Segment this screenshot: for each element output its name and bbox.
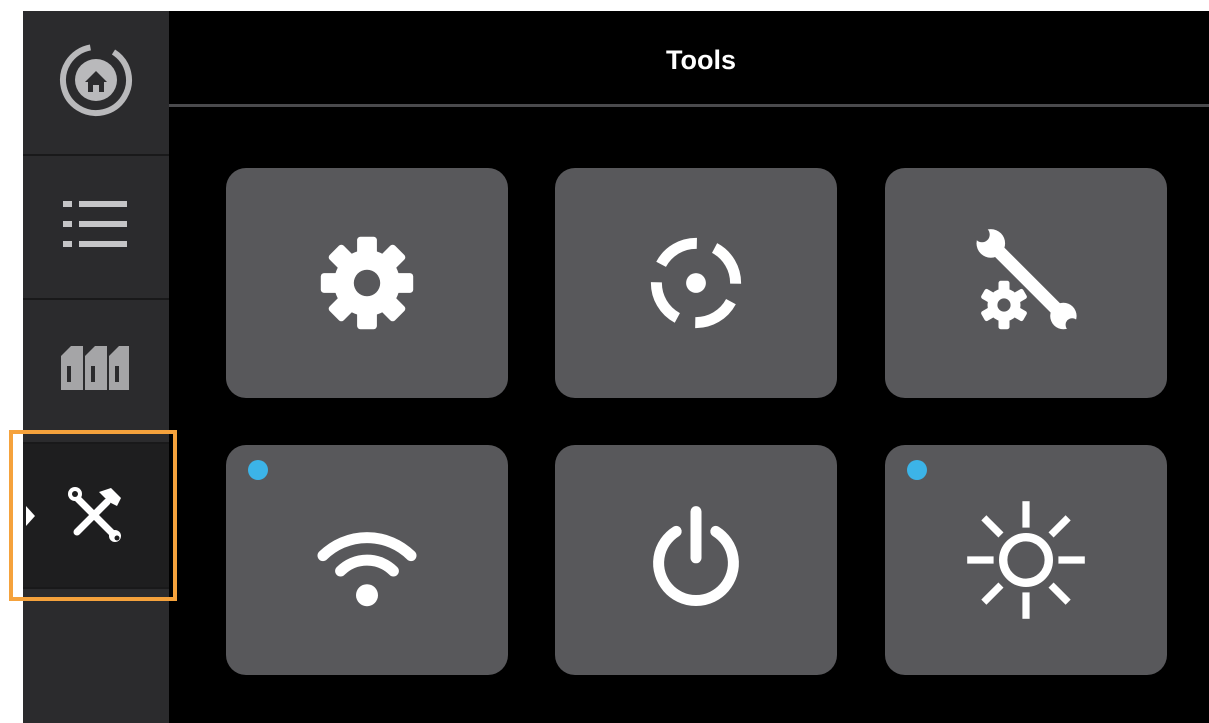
tools-icon (65, 482, 127, 549)
power-icon (641, 505, 751, 615)
status-dot (248, 460, 268, 480)
home-icon (58, 42, 134, 123)
tile-calibrate[interactable] (555, 168, 837, 398)
wrench-gear-icon (971, 228, 1081, 338)
sidebar (23, 11, 169, 723)
active-indicator-arrow (26, 505, 35, 526)
gear-icon (312, 228, 422, 338)
status-dot (907, 460, 927, 480)
target-icon (641, 228, 751, 338)
sidebar-item-list[interactable] (23, 156, 169, 300)
printer-touchscreen: Tools (23, 11, 1209, 723)
tile-network[interactable] (226, 445, 508, 675)
material-spools-icon (61, 344, 131, 399)
tools-screen: Tools (169, 11, 1209, 723)
wifi-icon (312, 505, 422, 615)
page-title: Tools (666, 45, 736, 75)
header: Tools (169, 11, 1209, 107)
tile-settings[interactable] (226, 168, 508, 398)
tile-maintenance[interactable] (885, 168, 1167, 398)
list-icon (61, 195, 131, 260)
sidebar-item-tools[interactable] (23, 444, 169, 589)
sidebar-item-materials[interactable] (23, 300, 169, 444)
tile-power[interactable] (555, 445, 837, 675)
sidebar-item-home[interactable] (23, 11, 169, 156)
brightness-icon (966, 500, 1086, 620)
tile-brightness[interactable] (885, 445, 1167, 675)
